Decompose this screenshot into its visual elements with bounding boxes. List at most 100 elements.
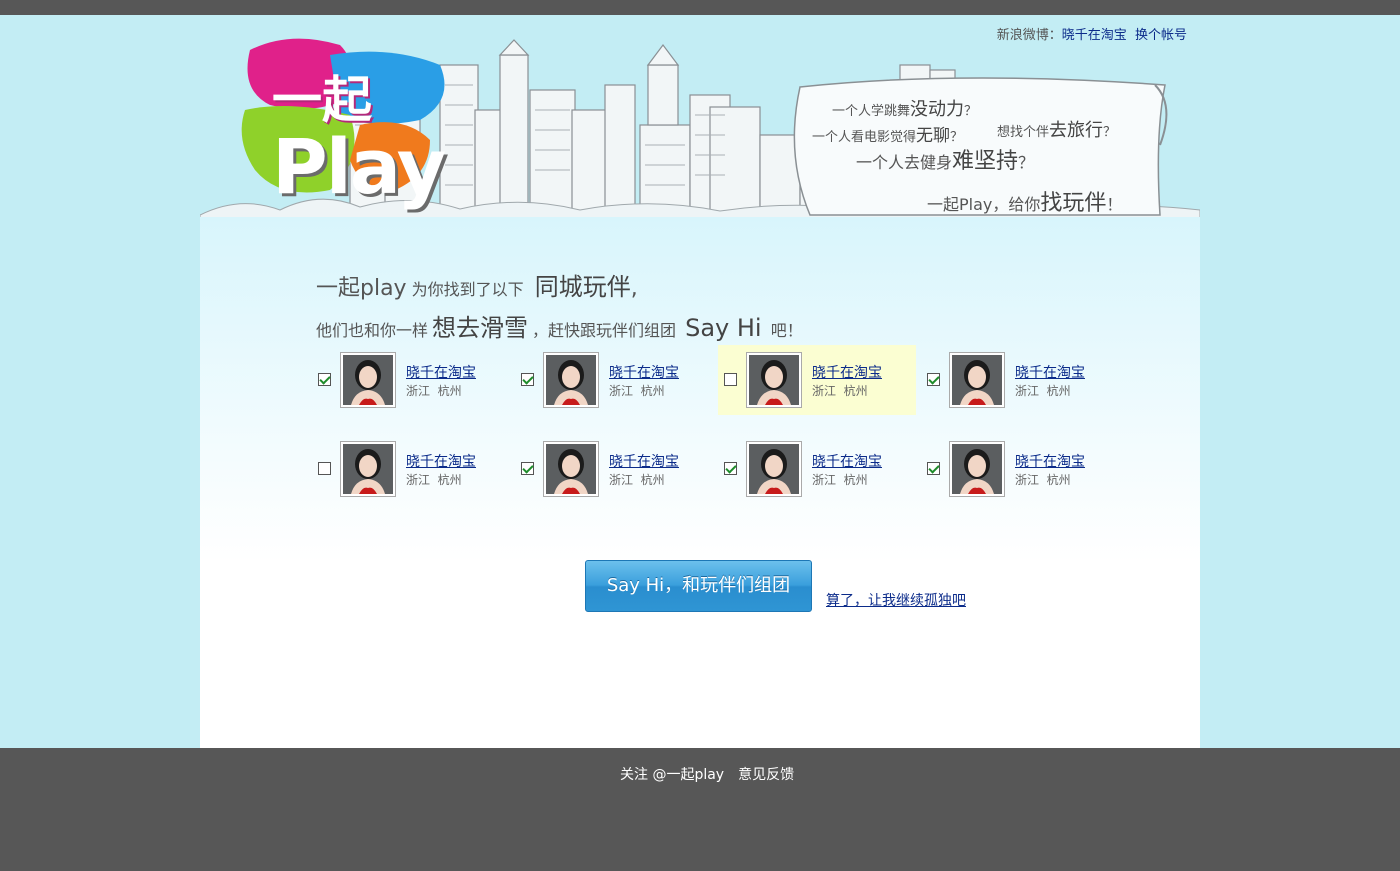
friend-name[interactable]: 晓千在淘宝 (609, 362, 679, 382)
footer-links: 关注 @一起play 意见反馈 (620, 764, 808, 784)
headline-sayhi: Say Hi (685, 314, 762, 342)
bubble-line-4: 一个人去健身难坚持？ (856, 143, 1034, 175)
headline: 一起play 为你找到了以下 同城玩伴, 他们也和你一样 想去滑雪 ，赶快跟玩伴们组… (316, 267, 803, 343)
bubble-line-5-pre: 一起Play，给你 (927, 195, 1041, 214)
bubble-line-1-em: 没动力 (910, 99, 965, 120)
headline-comma: , (630, 276, 638, 301)
top-bar (0, 0, 1400, 15)
friend-city: 杭州 (437, 384, 462, 398)
sayhi-button[interactable]: Say Hi，和玩伴们组团 (585, 560, 812, 612)
account-prefix: 新浪微博： (996, 28, 1062, 43)
logo[interactable]: 一起 Play (230, 30, 460, 220)
friend-checkbox[interactable] (318, 462, 331, 475)
avatar[interactable] (543, 352, 599, 408)
avatar[interactable] (746, 441, 802, 497)
avatar[interactable] (949, 352, 1005, 408)
logo-bottom-text: Play (272, 122, 446, 211)
avatar[interactable] (340, 441, 396, 497)
friend-location: 浙江 杭州 (609, 471, 665, 488)
bubble-line-3-post: ？ (1103, 125, 1117, 140)
friend-location: 浙江 杭州 (1015, 471, 1071, 488)
friend-name[interactable]: 晓千在淘宝 (406, 362, 476, 382)
friend-province: 浙江 (1015, 473, 1040, 487)
bubble-line-1-pre: 一个人学跳舞 (832, 104, 911, 119)
friend-checkbox[interactable] (724, 462, 737, 475)
friend-location: 浙江 杭州 (406, 382, 462, 399)
bubble-line-5: 一起Play，给你找玩伴！ (927, 185, 1122, 217)
friend-city: 杭州 (437, 473, 462, 487)
headline-group-text: ，赶快跟玩伴们组团 (532, 321, 682, 340)
avatar[interactable] (746, 352, 802, 408)
friend-name[interactable]: 晓千在淘宝 (1015, 362, 1085, 382)
bubble-line-1: 一个人学跳舞没动力？ (832, 95, 977, 121)
bubble-line-5-em: 找玩伴 (1040, 191, 1107, 216)
friend-name[interactable]: 晓千在淘宝 (406, 451, 476, 471)
friend-card[interactable]: 晓千在淘宝 浙江 杭州 (312, 345, 510, 415)
friend-card[interactable]: 晓千在淘宝 浙江 杭州 (515, 434, 713, 504)
account-username-link[interactable]: 晓千在淘宝 (1062, 28, 1127, 43)
avatar-photo-icon (749, 355, 799, 405)
avatar-photo-icon (952, 444, 1002, 494)
friend-checkbox[interactable] (724, 373, 737, 386)
headline-same-text: 他们也和你一样 (316, 321, 429, 340)
friend-city: 杭州 (1046, 473, 1071, 487)
friend-province: 浙江 (406, 473, 431, 487)
avatar-photo-icon (546, 355, 596, 405)
friend-province: 浙江 (406, 384, 431, 398)
avatar-photo-icon (546, 444, 596, 494)
footer: 关注 @一起play 意见反馈 (0, 748, 1400, 871)
friend-city: 杭州 (843, 384, 868, 398)
friend-province: 浙江 (1015, 384, 1040, 398)
friend-province: 浙江 (609, 473, 634, 487)
friend-name[interactable]: 晓千在淘宝 (812, 362, 882, 382)
headline-activity: 想去滑雪 (432, 314, 529, 342)
friend-card[interactable]: 晓千在淘宝浙江 杭州 (515, 345, 713, 415)
friend-checkbox[interactable] (318, 373, 331, 386)
headline-found-text: 为你找到了以下 (406, 280, 529, 299)
friend-checkbox[interactable] (927, 462, 940, 475)
main-panel: 一起play 为你找到了以下 同城玩伴, 他们也和你一样 想去滑雪 ，赶快跟玩伴们组… (200, 217, 1200, 748)
friend-city: 杭州 (640, 473, 665, 487)
friend-province: 浙江 (812, 473, 837, 487)
friend-location: 浙江 杭州 (1015, 382, 1071, 399)
friend-location: 浙江 杭州 (406, 471, 462, 488)
account-bar: 新浪微博：晓千在淘宝 换个帐号 (997, 24, 1187, 43)
friend-card[interactable]: 晓千在淘宝 浙江 杭州 (718, 345, 916, 415)
headline-line-2: 他们也和你一样 想去滑雪 ，赶快跟玩伴们组团 Say Hi 吧！ (316, 308, 803, 343)
bubble-line-4-em: 难坚持 (952, 149, 1019, 174)
friend-name[interactable]: 晓千在淘宝 (812, 451, 882, 471)
feedback-link[interactable]: 意见反馈 (738, 767, 794, 783)
friend-city: 杭州 (640, 384, 665, 398)
avatar[interactable] (543, 441, 599, 497)
headline-end: 吧！ (765, 321, 803, 340)
friend-location: 浙江 杭州 (812, 382, 868, 399)
header: 新浪微博：晓千在淘宝 换个帐号 一起 Play 一个人学跳舞没动力？ 一个人看电… (200, 15, 1200, 221)
friend-province: 浙江 (609, 384, 634, 398)
friend-card[interactable]: 晓千在淘宝 浙江 杭州 (921, 434, 1119, 504)
friend-card[interactable]: 晓千在淘宝 浙江 杭州 (718, 434, 916, 504)
friend-name[interactable]: 晓千在淘宝 (1015, 451, 1085, 471)
friend-location: 浙江 杭州 (812, 471, 868, 488)
avatar-photo-icon (343, 444, 393, 494)
bubble-line-4-post: ？ (1018, 153, 1035, 172)
switch-account-link[interactable]: 换个帐号 (1135, 28, 1187, 43)
bubble-line-3: 想找个伴去旅行？ (997, 116, 1116, 142)
friend-city: 杭州 (843, 473, 868, 487)
friend-checkbox[interactable] (521, 373, 534, 386)
friend-province: 浙江 (812, 384, 837, 398)
avatar-photo-icon (749, 444, 799, 494)
follow-link[interactable]: 关注 @一起play (620, 767, 724, 783)
friend-checkbox[interactable] (927, 373, 940, 386)
avatar[interactable] (949, 441, 1005, 497)
friend-name[interactable]: 晓千在淘宝 (609, 451, 679, 471)
avatar[interactable] (340, 352, 396, 408)
skip-link[interactable]: 算了，让我继续孤独吧 (826, 590, 966, 610)
friend-checkbox[interactable] (521, 462, 534, 475)
headline-partners: 同城玩伴 (534, 273, 631, 301)
bubble-line-4-pre: 一个人去健身 (856, 153, 953, 172)
headline-line-1: 一起play 为你找到了以下 同城玩伴, (316, 267, 803, 302)
friend-card[interactable]: 晓千在淘宝 浙江 杭州 (312, 434, 510, 504)
headline-brand: 一起play (316, 276, 407, 301)
avatar-photo-icon (952, 355, 1002, 405)
friend-card[interactable]: 晓千在淘宝 浙江 杭州 (921, 345, 1119, 415)
